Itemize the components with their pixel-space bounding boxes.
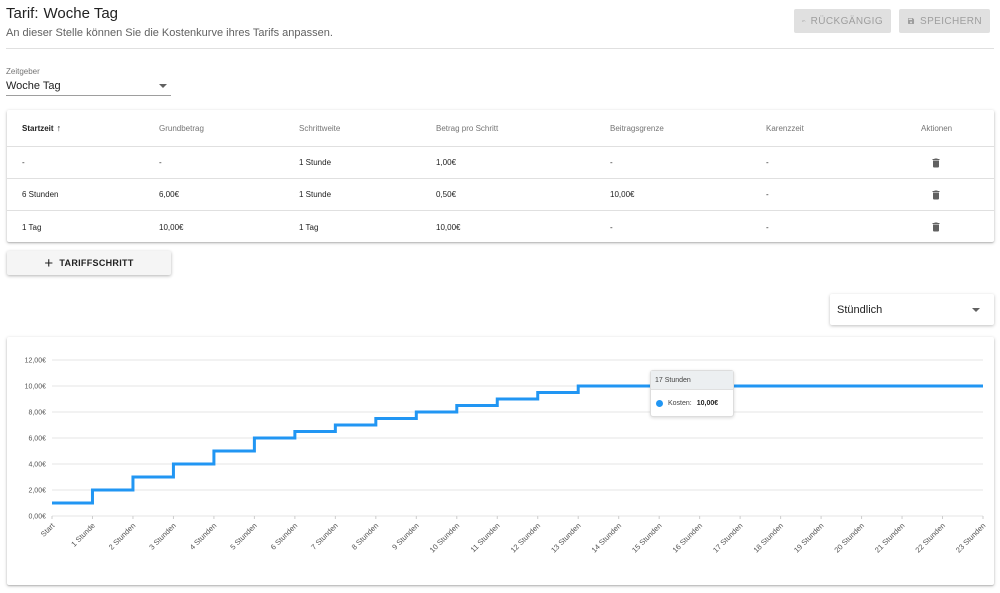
x-tick-label: 2 Stunden bbox=[107, 521, 138, 552]
column-header-karenzzeit: Karenzzeit bbox=[766, 123, 804, 133]
delete-icon[interactable] bbox=[930, 220, 942, 234]
x-tick-label: 23 Stunden bbox=[954, 521, 987, 554]
tooltip-label: Kosten: bbox=[668, 400, 692, 407]
tariff-steps-table: Startzeit ↑ Grundbetrag Schrittweite Betr… bbox=[7, 110, 994, 242]
y-tick-label: 12,00€ bbox=[25, 358, 47, 365]
cost-chart-svg: 0,00€ 2,00€ 4,00€ 6,00€ 8,00€ 10,00€ 12,00€ Sta… bbox=[25, 358, 988, 555]
cell-beitragsgrenze: - bbox=[610, 222, 613, 232]
page-title: Tarif: Woche Tag bbox=[6, 5, 333, 22]
series-line-kosten bbox=[52, 384, 983, 505]
tooltip-title: 17 Stunden bbox=[651, 371, 733, 390]
cell-beitragsgrenze: 10,00€ bbox=[610, 190, 635, 199]
interval-select-value: Stündlich bbox=[837, 303, 883, 316]
undo-label: RÜCKGÄNGIG bbox=[810, 15, 883, 27]
x-tick-label: 10 Stunden bbox=[428, 521, 461, 554]
x-tick-label: 6 Stunden bbox=[269, 521, 300, 552]
cell-schrittweite: 1 Stunde bbox=[299, 190, 332, 199]
cell-karenzzeit: - bbox=[766, 158, 769, 167]
x-tick-label: 15 Stunden bbox=[630, 521, 663, 554]
x-tick-label: 11 Stunden bbox=[469, 521, 502, 554]
column-header-grundbetrag: Grundbetrag bbox=[159, 123, 204, 133]
cell-schrittweite: 1 Stunde bbox=[299, 158, 332, 167]
timer-select[interactable]: Zeitgeber Woche Tag bbox=[6, 67, 171, 96]
tooltip-body: Kosten: 10,00€ bbox=[651, 390, 733, 417]
x-tick-label: 19 Stunden bbox=[792, 521, 825, 554]
table-row[interactable]: 6 Stunden 6,00€ 1 Stunde 0,50€ 10,00€ - bbox=[7, 179, 994, 211]
timer-select-value: Woche Tag bbox=[6, 79, 61, 92]
add-tariff-step-button[interactable]: + TARIFFSCHRITT bbox=[7, 251, 171, 275]
y-tick-label: 4,00€ bbox=[28, 462, 46, 469]
y-tick-label: 8,00€ bbox=[28, 410, 46, 417]
tariff-name: Woche Tag bbox=[43, 5, 119, 22]
column-header-schrittweite: Schrittweite bbox=[299, 123, 341, 133]
x-tick-label: 22 Stunden bbox=[913, 521, 946, 554]
x-tick-label: 4 Stunden bbox=[188, 521, 219, 552]
cell-grundbetrag: - bbox=[159, 158, 162, 167]
plus-icon: + bbox=[44, 254, 54, 272]
header-divider bbox=[6, 48, 994, 49]
page-subtitle: An dieser Stelle können Sie die Kostenku… bbox=[6, 27, 333, 39]
cell-startzeit: 6 Stunden bbox=[22, 190, 59, 199]
cost-chart: 0,00€ 2,00€ 4,00€ 6,00€ 8,00€ 10,00€ 12,00€ Sta… bbox=[7, 337, 994, 585]
tooltip-value: 10,00€ bbox=[696, 400, 719, 407]
x-tick-label: 13 Stunden bbox=[549, 521, 582, 554]
cell-betrag-pro-schritt: 10,00€ bbox=[436, 222, 461, 232]
table-row[interactable]: 1 Tag 10,00€ 1 Tag 10,00€ - - bbox=[7, 211, 994, 243]
undo-icon bbox=[802, 20, 806, 22]
cell-startzeit: - bbox=[22, 158, 25, 167]
cell-grundbetrag: 10,00€ bbox=[159, 222, 184, 232]
x-tick-label: 14 Stunden bbox=[590, 521, 623, 554]
y-tick-label: 6,00€ bbox=[28, 436, 46, 443]
interval-select[interactable]: Stündlich bbox=[830, 294, 994, 325]
cell-karenzzeit: - bbox=[766, 190, 769, 199]
cell-betrag-pro-schritt: 0,50€ bbox=[436, 190, 457, 199]
cell-betrag-pro-schritt: 1,00€ bbox=[436, 158, 457, 167]
column-header-aktionen: Aktionen bbox=[921, 123, 953, 133]
save-label: SPEICHERN bbox=[920, 15, 982, 27]
table-row[interactable]: - - 1 Stunde 1,00€ - - bbox=[7, 147, 994, 179]
add-tariff-step-label: TARIFFSCHRITT bbox=[59, 258, 134, 268]
x-tick-label: 17 Stunden bbox=[711, 521, 744, 554]
timer-select-field[interactable]: Woche Tag bbox=[6, 76, 171, 96]
x-tick-label: 18 Stunden bbox=[752, 521, 785, 554]
page-header: Tarif: Woche Tag An dieser Stelle können… bbox=[6, 5, 333, 39]
chart-tooltip: 17 Stunden Kosten: 10,00€ bbox=[650, 370, 734, 417]
cell-beitragsgrenze: - bbox=[610, 158, 613, 167]
chevron-down-icon bbox=[159, 83, 167, 88]
chevron-down-icon bbox=[972, 307, 980, 312]
cell-startzeit: 1 Tag bbox=[22, 222, 42, 232]
x-tick-label: 20 Stunden bbox=[832, 521, 865, 554]
y-tick-label: 0,00€ bbox=[28, 514, 46, 521]
header-actions: RÜCKGÄNGIG SPEICHERN bbox=[794, 9, 990, 33]
undo-button[interactable]: RÜCKGÄNGIG bbox=[794, 9, 891, 33]
x-tick-label: Start bbox=[39, 520, 57, 538]
delete-icon[interactable] bbox=[930, 156, 942, 170]
x-tick-label: 3 Stunden bbox=[147, 521, 178, 552]
x-tick-label: 5 Stunden bbox=[228, 521, 259, 552]
timer-select-label: Zeitgeber bbox=[6, 67, 40, 76]
cell-grundbetrag: 6,00€ bbox=[159, 190, 180, 199]
x-tick-label: 7 Stunden bbox=[309, 521, 340, 552]
save-button[interactable]: SPEICHERN bbox=[899, 9, 990, 33]
title-prefix: Tarif: bbox=[6, 5, 39, 22]
x-tick-label: 12 Stunden bbox=[509, 521, 542, 554]
x-tick-label: 1 Stunde bbox=[69, 521, 97, 549]
x-tick-label: 16 Stunden bbox=[671, 521, 704, 554]
sort-ascending-icon: ↑ bbox=[56, 123, 62, 133]
cell-karenzzeit: - bbox=[766, 222, 769, 232]
save-icon bbox=[908, 17, 915, 25]
delete-icon[interactable] bbox=[930, 188, 942, 202]
table-header: Startzeit ↑ Grundbetrag Schrittweite Betr… bbox=[7, 110, 994, 147]
x-tick-label: 8 Stunden bbox=[350, 521, 381, 552]
y-tick-label: 2,00€ bbox=[28, 488, 46, 495]
column-header-beitragsgrenze: Beitragsgrenze bbox=[610, 123, 664, 133]
column-header-betrag-pro-schritt: Betrag pro Schritt bbox=[436, 123, 499, 133]
column-header-startzeit[interactable]: Startzeit ↑ bbox=[22, 123, 61, 133]
x-tick-label: 21 Stunden bbox=[873, 521, 906, 554]
y-tick-label: 10,00€ bbox=[25, 384, 47, 391]
series-color-icon bbox=[656, 400, 663, 407]
cell-schrittweite: 1 Tag bbox=[299, 222, 319, 232]
x-tick-label: 9 Stunden bbox=[390, 521, 421, 552]
